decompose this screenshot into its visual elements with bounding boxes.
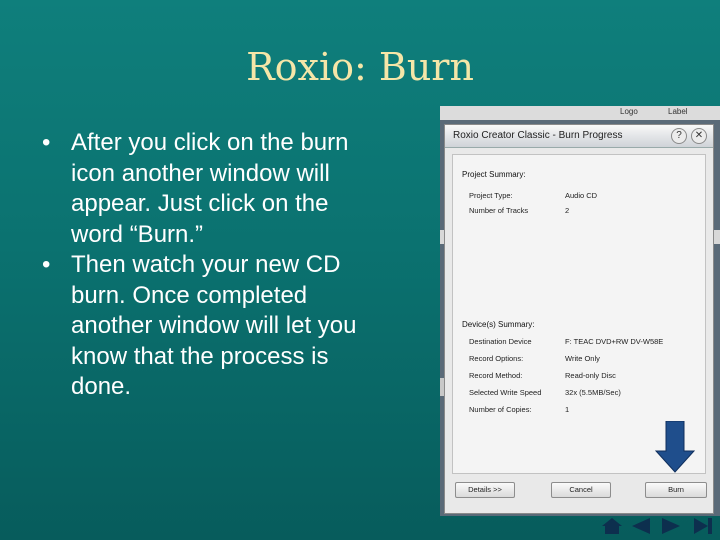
copies-row: Number of Copies: 1 bbox=[469, 405, 569, 414]
slide-title: Roxio: Burn bbox=[246, 45, 474, 89]
row-label: Destination Device bbox=[469, 337, 532, 346]
project-type-row: Project Type: Audio CD bbox=[469, 191, 597, 200]
dialog-title: Roxio Creator Classic - Burn Progress bbox=[453, 130, 623, 141]
write-speed-row: Selected Write Speed 32x (5.5MB/Sec) bbox=[469, 388, 621, 397]
record-options-row: Record Options: Write Only bbox=[469, 354, 600, 363]
row-value: Audio CD bbox=[565, 191, 598, 200]
destination-device-row: Destination Device F: TEAC DVD+RW DV-W58… bbox=[469, 337, 663, 346]
background-app-toolbar: Logo Label bbox=[440, 106, 720, 120]
close-icon[interactable]: ✕ bbox=[691, 128, 707, 144]
previous-icon[interactable] bbox=[630, 517, 652, 535]
home-icon[interactable] bbox=[601, 517, 623, 535]
bullet-item: Then watch your new CD burn. Once comple… bbox=[38, 250, 358, 403]
bullet-list: After you click on the burn icon another… bbox=[38, 128, 358, 403]
toolbar-item[interactable]: Label bbox=[668, 107, 688, 116]
row-value: 2 bbox=[565, 206, 570, 215]
track-count-row: Number of Tracks 2 bbox=[469, 206, 569, 215]
row-label: Selected Write Speed bbox=[469, 388, 542, 397]
row-value: F: TEAC DVD+RW DV-W58E bbox=[565, 337, 664, 346]
row-value: 32x (5.5MB/Sec) bbox=[565, 388, 621, 397]
down-arrow-icon bbox=[655, 421, 695, 473]
details-button[interactable]: Details >> bbox=[455, 482, 515, 498]
toolbar-item[interactable]: Logo bbox=[620, 107, 638, 116]
next-icon[interactable] bbox=[660, 517, 682, 535]
bullet-item: After you click on the burn icon another… bbox=[38, 128, 358, 250]
record-method-row: Record Method: Read-only Disc bbox=[469, 371, 616, 380]
help-icon[interactable]: ? bbox=[671, 128, 687, 144]
row-label: Number of Copies: bbox=[469, 405, 532, 414]
slide-navigation bbox=[600, 514, 720, 538]
end-icon[interactable] bbox=[692, 517, 714, 535]
row-value: Read-only Disc bbox=[565, 371, 616, 380]
row-value: Write Only bbox=[565, 354, 600, 363]
project-summary-heading: Project Summary: bbox=[462, 170, 526, 179]
cancel-button[interactable]: Cancel bbox=[551, 482, 611, 498]
row-value: 1 bbox=[565, 405, 570, 414]
row-label: Number of Tracks bbox=[469, 206, 529, 215]
row-label: Record Options: bbox=[469, 354, 524, 363]
burn-button[interactable]: Burn bbox=[645, 482, 707, 498]
row-label: Project Type: bbox=[469, 191, 513, 200]
row-label: Record Method: bbox=[469, 371, 523, 380]
device-summary-heading: Device(s) Summary: bbox=[462, 320, 535, 329]
dialog-titlebar[interactable]: Roxio Creator Classic - Burn Progress ? … bbox=[445, 125, 713, 148]
slide: Roxio: Burn After you click on the burn … bbox=[0, 0, 720, 540]
